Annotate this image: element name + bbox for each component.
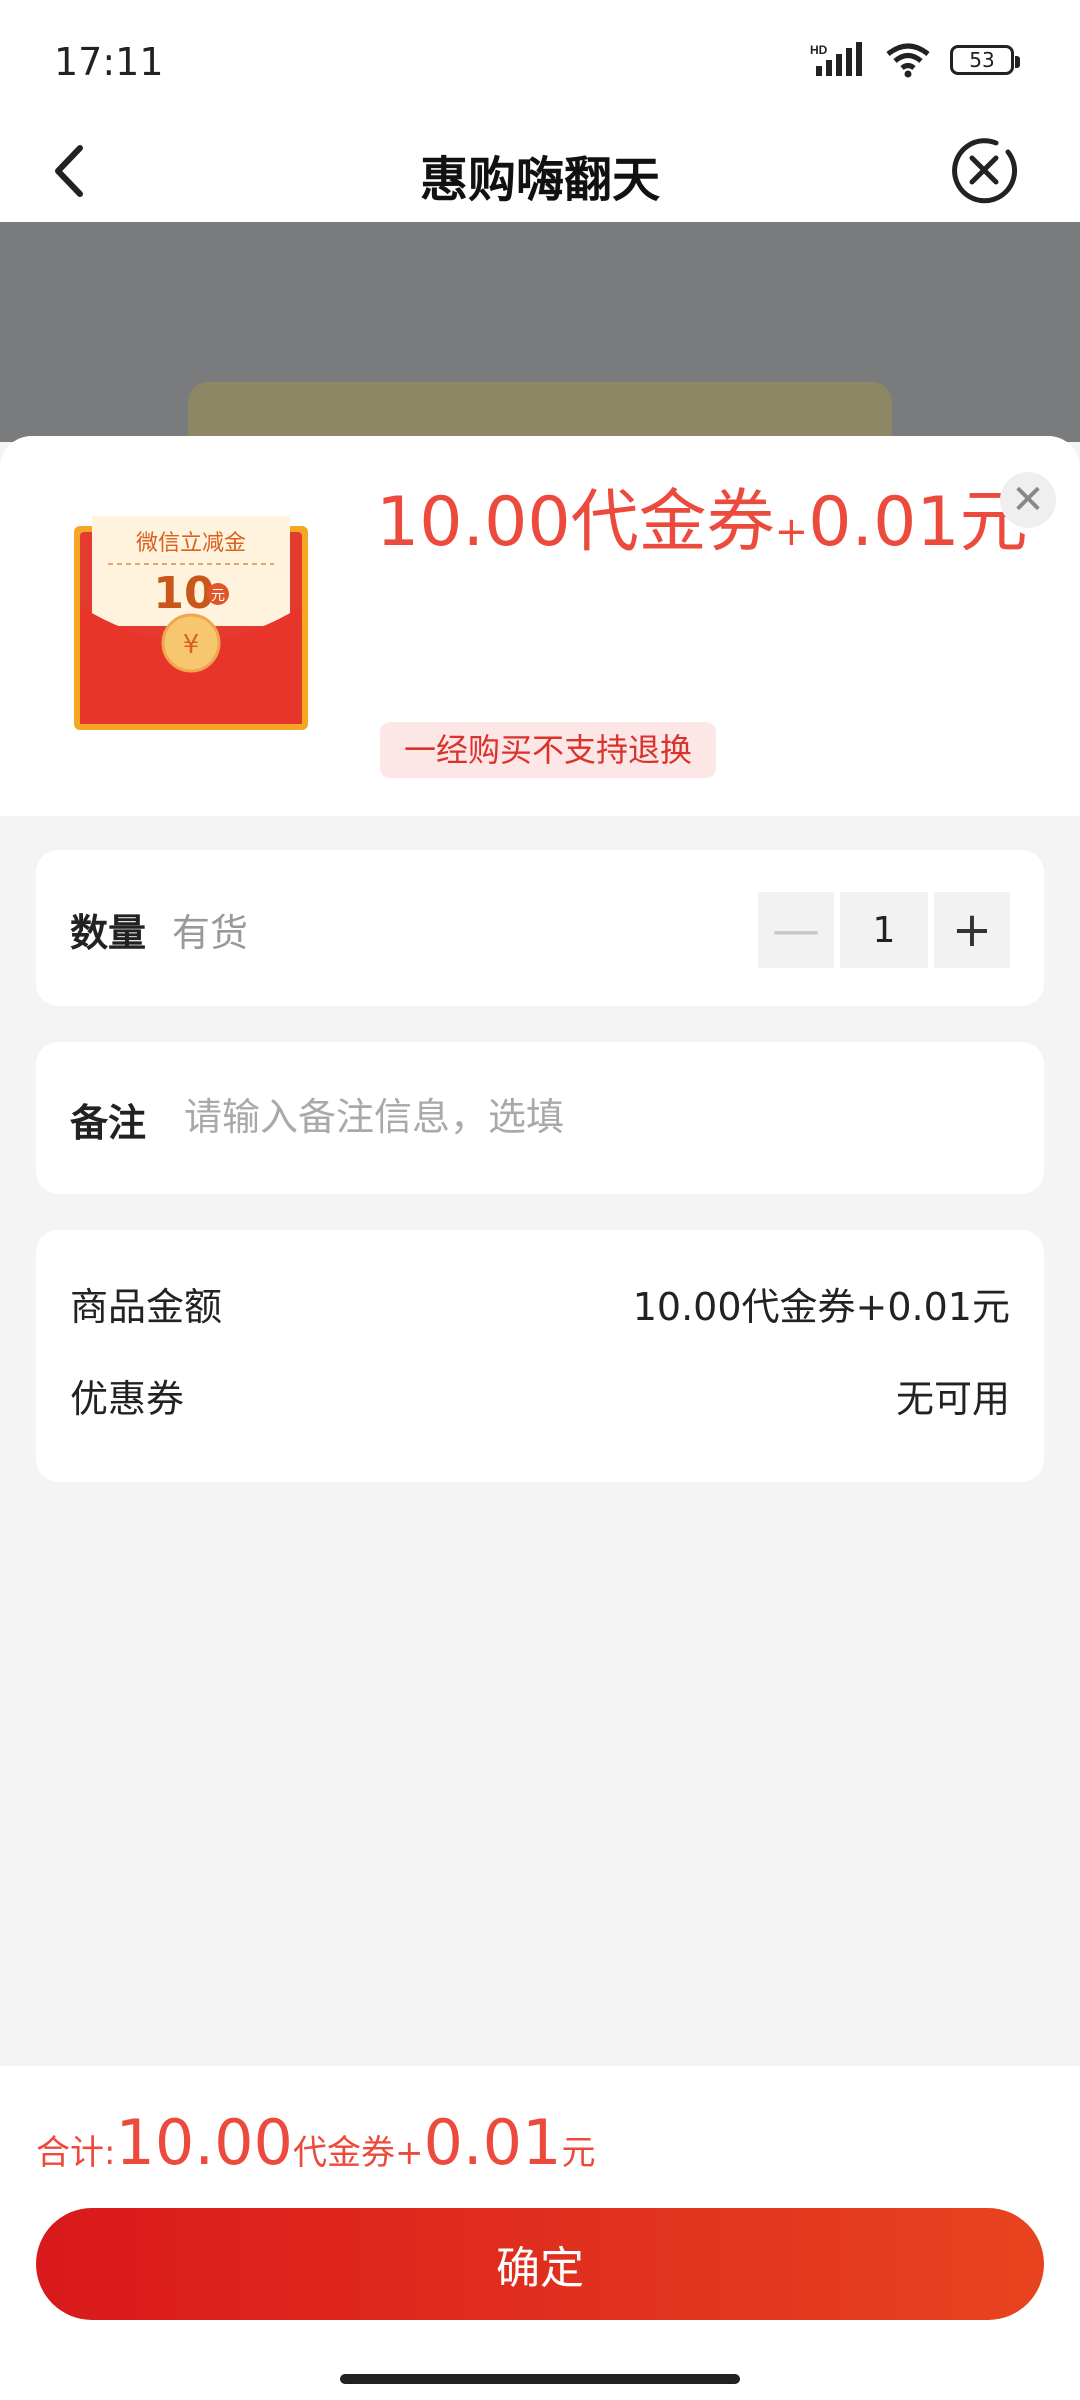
summary-card: 商品金额 10.00代金券+0.01元 优惠券 无可用 xyxy=(36,1230,1044,1482)
no-refund-tag: 一经购买不支持退换 xyxy=(380,722,717,778)
page-title: 惠购嗨翻天 xyxy=(419,152,660,208)
total-cash-unit: 元 xyxy=(561,2133,596,2173)
total-price: 合计: 10.00 代金券 + 0.01 元 xyxy=(36,2106,596,2179)
nav-bar: 惠购嗨翻天 xyxy=(0,120,1080,222)
checkout-footer: 合计: 10.00 代金券 + 0.01 元 确定 xyxy=(0,2066,1080,2400)
note-card: 备注 xyxy=(36,1042,1044,1194)
note-label: 备注 xyxy=(70,1101,147,1145)
red-envelope-image: 微信立减金 10 元 ¥ xyxy=(74,516,308,730)
goods-amount-label: 商品金额 xyxy=(70,1285,223,1329)
product-price: 10.00代金券+0.01元 xyxy=(376,466,1028,565)
price-voucher-part: 10.00代金券 xyxy=(376,483,775,562)
quantity-label: 数量 xyxy=(70,911,147,955)
price-cash-part: 0.01元 xyxy=(808,483,1028,562)
quantity-stepper: — 1 + xyxy=(758,892,1010,968)
total-voucher-amount: 10.00 xyxy=(115,2106,293,2179)
voucher-unit: 元 xyxy=(211,588,225,604)
confirm-button[interactable]: 确定 xyxy=(36,2208,1044,2320)
close-icon: ✕ xyxy=(1011,477,1045,523)
total-label: 合计: xyxy=(36,2133,116,2173)
system-icons: HD 53 xyxy=(810,42,1020,78)
note-input[interactable] xyxy=(182,1086,1006,1148)
dimmed-backdrop[interactable] xyxy=(0,222,1080,442)
coupon-row[interactable]: 优惠券 无可用 xyxy=(70,1368,1010,1423)
total-plus: + xyxy=(394,2133,424,2173)
yuan-coin-icon: ¥ xyxy=(183,630,200,660)
quantity-value[interactable]: 1 xyxy=(840,892,928,968)
coupon-value: 无可用 xyxy=(895,1377,1010,1421)
coupon-label: 优惠券 xyxy=(70,1377,185,1421)
total-cash-amount: 0.01 xyxy=(423,2106,562,2179)
price-plus: + xyxy=(774,509,809,555)
voucher-amount: 10 xyxy=(153,568,214,619)
stock-status: 有货 xyxy=(172,911,249,955)
sheet-close-button[interactable]: ✕ xyxy=(1000,472,1056,528)
wifi-icon xyxy=(886,43,930,78)
status-bar: 17:11 HD 53 xyxy=(0,0,1080,120)
battery-level: 53 xyxy=(969,48,995,72)
status-time: 17:11 xyxy=(54,40,164,84)
voucher-label: 微信立减金 xyxy=(136,531,246,556)
product-header: 微信立减金 10 元 ¥ 10.00代金券+0.01元 ✕ 一经购买不支持退换 xyxy=(0,436,1080,816)
goods-amount-value: 10.00代金券+0.01元 xyxy=(632,1285,1010,1329)
decrease-button[interactable]: — xyxy=(758,892,834,968)
close-circle-icon[interactable] xyxy=(944,130,1024,210)
increase-button[interactable]: + xyxy=(934,892,1010,968)
goods-amount-row: 商品金额 10.00代金券+0.01元 xyxy=(70,1276,1010,1331)
quantity-card: 数量 有货 — 1 + xyxy=(36,850,1044,1006)
network-type: HD xyxy=(810,43,828,57)
signal-icon: HD xyxy=(810,42,862,76)
battery-icon: 53 xyxy=(950,45,1020,75)
background-banner xyxy=(188,382,892,442)
total-voucher-unit: 代金券 xyxy=(292,2133,395,2173)
home-indicator[interactable] xyxy=(340,2374,740,2384)
